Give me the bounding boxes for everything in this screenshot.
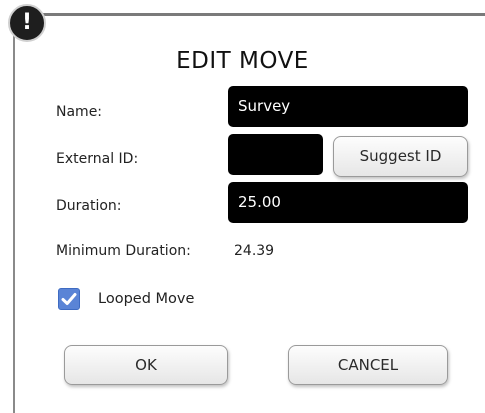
duration-label: Duration: — [56, 198, 122, 214]
checkmark-icon — [61, 293, 77, 305]
ok-button[interactable]: OK — [64, 345, 228, 385]
exclamation-icon: ! — [8, 4, 46, 42]
looped-move-checkbox[interactable] — [58, 288, 80, 310]
minimum-duration-value: 24.39 — [234, 243, 275, 259]
external-id-label: External ID: — [56, 151, 139, 167]
external-id-input[interactable] — [228, 134, 323, 175]
looped-move-label[interactable]: Looped Move — [98, 291, 194, 307]
name-label: Name: — [56, 104, 103, 120]
duration-input[interactable]: 25.00 — [228, 182, 468, 223]
name-input[interactable]: Survey — [228, 86, 468, 127]
dialog-title: EDIT MOVE — [176, 48, 309, 74]
cancel-button[interactable]: CANCEL — [288, 345, 448, 385]
minimum-duration-label: Minimum Duration: — [56, 243, 191, 259]
suggest-id-button[interactable]: Suggest ID — [333, 136, 468, 177]
